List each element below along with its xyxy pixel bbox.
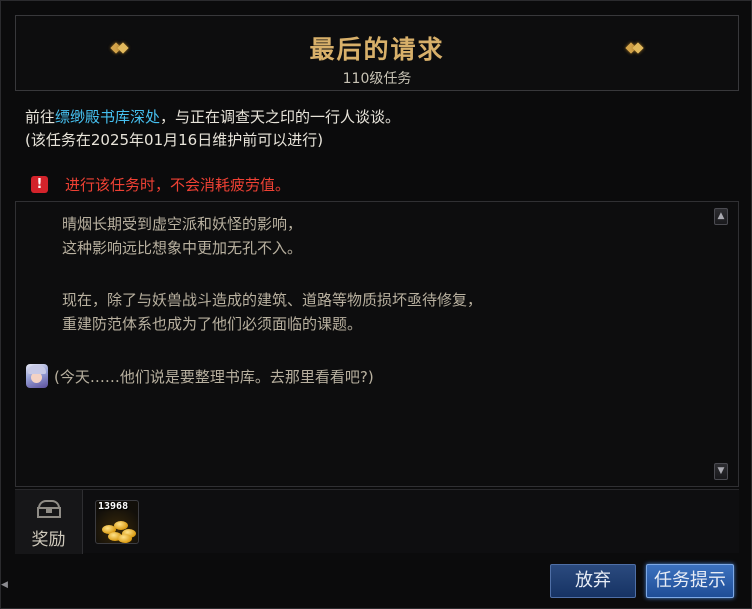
- objective-prefix: 前往: [25, 108, 56, 126]
- scroll-up-button[interactable]: ▲: [714, 208, 728, 225]
- treasure-chest-icon: [37, 500, 61, 518]
- story-line: 现在，除了与妖兽战斗造成的建筑、道路等物质损坏亟待修复，: [62, 291, 483, 309]
- quest-header: 最后的请求 110级任务: [15, 15, 739, 91]
- npc-avatar: [26, 364, 48, 388]
- story-line: 重建防范体系也成为了他们必须面临的课题。: [62, 315, 363, 333]
- scroll-down-button[interactable]: ▼: [714, 463, 728, 480]
- story-paragraph: 现在，除了与妖兽战斗造成的建筑、道路等物质损坏亟待修复， 重建防范体系也成为了他…: [62, 288, 482, 336]
- npc-dialog: (今天……他们说是要整理书库。去那里看看吧?): [26, 364, 374, 388]
- reward-gold-item[interactable]: 13968: [95, 500, 139, 544]
- reward-quantity: 13968: [98, 501, 129, 512]
- dialog-text: (今天……他们说是要整理书库。去那里看看吧?): [54, 367, 374, 386]
- abandon-button[interactable]: 放弃: [550, 564, 636, 598]
- collapse-arrow-icon[interactable]: ◀: [1, 578, 9, 592]
- story-line: 晴烟长期受到虚空派和妖怪的影响，: [62, 215, 303, 233]
- gold-coin-part: [118, 534, 132, 543]
- quest-window: 最后的请求 110级任务 前往缥缈殿书库深处，与正在调查天之印的一行人谈谈。 (…: [0, 0, 752, 609]
- objective-suffix: ，与正在调查天之印的一行人谈谈。: [160, 108, 401, 126]
- quest-deadline-note: (该任务在2025年01月16日维护前可以进行): [25, 131, 324, 149]
- quest-location-link[interactable]: 缥缈殿书库深处: [55, 108, 160, 126]
- story-line: 这种影响远比想象中更加无孔不入。: [62, 239, 303, 257]
- rewards-tab[interactable]: 奖励: [15, 490, 83, 554]
- rewards-label: 奖励: [31, 530, 66, 550]
- quest-objective: 前往缥缈殿书库深处，与正在调查天之印的一行人谈谈。: [25, 106, 725, 129]
- rewards-section: 奖励 13968: [15, 489, 739, 554]
- story-paragraph: 晴烟长期受到虚空派和妖怪的影响， 这种影响远比想象中更加无孔不入。: [62, 212, 302, 260]
- quest-hint-button[interactable]: 任务提示: [646, 564, 734, 598]
- ornament-diamond-icon: [625, 42, 644, 54]
- quest-level: 110级任务: [342, 71, 412, 87]
- warning-text: 进行该任务时，不会消耗疲劳值。: [65, 175, 291, 194]
- warning-icon: !: [31, 175, 48, 193]
- quest-description: 前往缥缈殿书库深处，与正在调查天之印的一行人谈谈。 (该任务在2025年01月1…: [25, 106, 725, 152]
- fatigue-warning: ! 进行该任务时，不会消耗疲劳值。: [31, 173, 290, 195]
- story-panel[interactable]: 晴烟长期受到虚空派和妖怪的影响， 这种影响远比想象中更加无孔不入。 现在，除了与…: [15, 201, 739, 487]
